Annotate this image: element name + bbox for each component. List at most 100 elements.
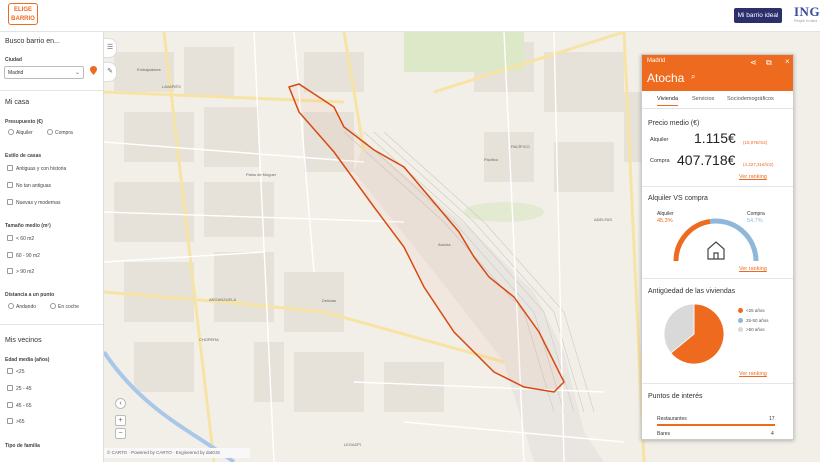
map-label-chopera: CHOPERA [199, 337, 219, 342]
divider [0, 90, 103, 91]
sidebar-toggle-button[interactable]: ☰ [104, 38, 117, 58]
map-label-delicias: Delicias [322, 298, 337, 303]
ciudad-label: Ciudad [5, 57, 22, 63]
legend-swatch-25-50 [738, 318, 743, 323]
ver-ranking-antiguedad-link[interactable]: Ver ranking [739, 371, 767, 377]
map-label-arganzuela: ARGANZUELA [209, 297, 237, 302]
checkbox-edad-menos-25-label: <25 [16, 369, 25, 375]
location-pin-icon[interactable] [90, 66, 97, 75]
legend-swatch-menos-25 [738, 308, 743, 313]
barrio-info-panel: Madrid Atocha ⌕ ⋖ ⧉ × Vivienda Servicios… [641, 54, 794, 440]
checkbox-mas-90[interactable] [7, 268, 13, 274]
compare-icon[interactable]: ⧉ [766, 58, 772, 68]
radio-andando-label: Andando [16, 304, 37, 310]
compra-label: Compra [650, 158, 670, 164]
antiguedad-pie-chart [663, 303, 725, 365]
mi-barrio-ideal-button[interactable]: Mi barrio ideal [734, 8, 782, 23]
divider [642, 186, 793, 187]
checkbox-nuevas[interactable] [7, 199, 13, 205]
search-icon[interactable]: ⌕ [691, 72, 695, 82]
ciudad-select[interactable]: Madrid ⌄ [4, 66, 84, 79]
radio-en-coche[interactable] [50, 303, 56, 309]
checkbox-menos-60-label: < 60 m2 [16, 236, 35, 242]
presupuesto-label: Presupuesto (€) [5, 119, 43, 125]
checkbox-edad-mas-65-label: >65 [16, 419, 25, 425]
precio-medio-title: Precio medio (€) [648, 120, 700, 127]
checkbox-mas-90-label: > 90 m2 [16, 269, 35, 275]
checkbox-menos-60[interactable] [7, 235, 13, 241]
map-label-lavapies: LAVAPIÉS [162, 84, 181, 89]
checkbox-edad-25-45[interactable] [7, 385, 13, 391]
alquiler-price: 1.115€ [694, 130, 736, 146]
map-label-pacifico-metro: Pacífico [484, 157, 499, 162]
restaurantes-count: 17 [769, 416, 775, 422]
radio-andando[interactable] [8, 303, 14, 309]
map-label-embajadores: Embajadores [137, 67, 161, 72]
map-label-palos: Palos de Moguer [246, 172, 277, 177]
ciudad-value: Madrid [8, 70, 24, 76]
top-bar: ELIGE BARRIO Mi barrio ideal ING People … [0, 0, 820, 32]
share-icon[interactable]: ⋖ [750, 58, 757, 67]
panel-header: Madrid Atocha ⌕ ⋖ ⧉ × [642, 55, 793, 91]
close-icon[interactable]: × [785, 57, 790, 66]
familia-label: Tipo de familia [5, 443, 40, 449]
estilo-label: Estilo de casas [5, 153, 42, 159]
alquiler-vs-compra-title: Alquiler VS compra [648, 195, 708, 202]
checkbox-edad-45-65-label: 45 - 65 [16, 403, 32, 409]
zoom-out-button[interactable]: − [115, 428, 126, 439]
mis-vecinos-heading: Mis vecinos [5, 337, 42, 344]
map-label-atocha: Atocha [438, 242, 451, 247]
puntos-interes-title: Puntos de interés [648, 393, 703, 400]
restaurantes-bar-fill [657, 424, 775, 426]
legend-mas-50: >50 años [746, 327, 765, 332]
tab-servicios[interactable]: Servicios [692, 96, 714, 102]
legend-menos-25: <25 años [746, 308, 765, 313]
ver-ranking-precio-link[interactable]: Ver ranking [739, 174, 767, 180]
compra-price: 407.718€ [677, 152, 736, 168]
divider [0, 324, 103, 325]
house-icon [707, 241, 725, 260]
alquiler-unit-price: (15,07€/m2) [743, 140, 768, 145]
map-label-legazpi: LEGAZPI [344, 442, 361, 447]
checkbox-no-tan-antiguas[interactable] [7, 182, 13, 188]
checkbox-60-90[interactable] [7, 252, 13, 258]
edit-draw-button[interactable]: ✎ [104, 62, 117, 82]
alquiler-vs-compra-gauge [673, 218, 759, 262]
divider [642, 278, 793, 279]
ing-tagline: People in mind [794, 19, 818, 23]
logo-text: ELIGE BARRIO [11, 7, 35, 22]
legend-swatch-mas-50 [738, 327, 743, 332]
checkbox-edad-menos-25[interactable] [7, 368, 13, 374]
map-attribution: © CARTO · Powered by CARTO · Engineered … [104, 448, 250, 458]
bares-count: 4 [771, 431, 774, 437]
sidebar-title: Busco barrio en... [5, 38, 60, 45]
radio-compra[interactable] [47, 129, 53, 135]
checkbox-edad-45-65[interactable] [7, 402, 13, 408]
panel-barrio-name: Atocha [647, 71, 685, 85]
checkbox-edad-25-45-label: 25 - 45 [16, 386, 32, 392]
checkbox-edad-mas-65[interactable] [7, 418, 13, 424]
edad-label: Edad media (años) [5, 357, 50, 363]
radio-en-coche-label: En coche [58, 304, 79, 310]
tab-sociodemograficos[interactable]: Sociodemográficos [727, 96, 774, 102]
ver-ranking-vs-link[interactable]: Ver ranking [739, 266, 767, 272]
tab-vivienda[interactable]: Vivienda [657, 96, 678, 106]
alquiler-label: Alquiler [650, 137, 669, 143]
antiguedad-title: Antigüedad de las viviendas [648, 288, 736, 295]
restaurantes-bar [657, 424, 775, 426]
ing-logo: ING [794, 4, 820, 19]
zoom-in-button[interactable]: + [115, 415, 126, 426]
elige-barrio-logo[interactable]: ELIGE BARRIO [8, 3, 38, 25]
radio-alquiler[interactable] [8, 129, 14, 135]
checkbox-antiguas[interactable] [7, 165, 13, 171]
checkbox-60-90-label: 60 - 90 m2 [16, 253, 40, 259]
compra-unit-price: (4.227,31€/m2) [743, 162, 774, 167]
legend-25-50: 25-50 años [746, 318, 769, 323]
checkbox-antiguas-label: Antiguas y con historia [16, 166, 67, 172]
chevron-down-icon: ⌄ [74, 70, 80, 76]
checkbox-no-tan-antiguas-label: No tan antiguas [16, 183, 52, 189]
map-label-pacifico: PACÍFICO [511, 144, 530, 149]
filter-sidebar: Busco barrio en... Ciudad Madrid ⌄ Mi ca… [0, 32, 104, 462]
map-nav-left-button[interactable]: ‹ [115, 398, 126, 409]
checkbox-nuevas-label: Nuevas y modernas [16, 200, 61, 206]
